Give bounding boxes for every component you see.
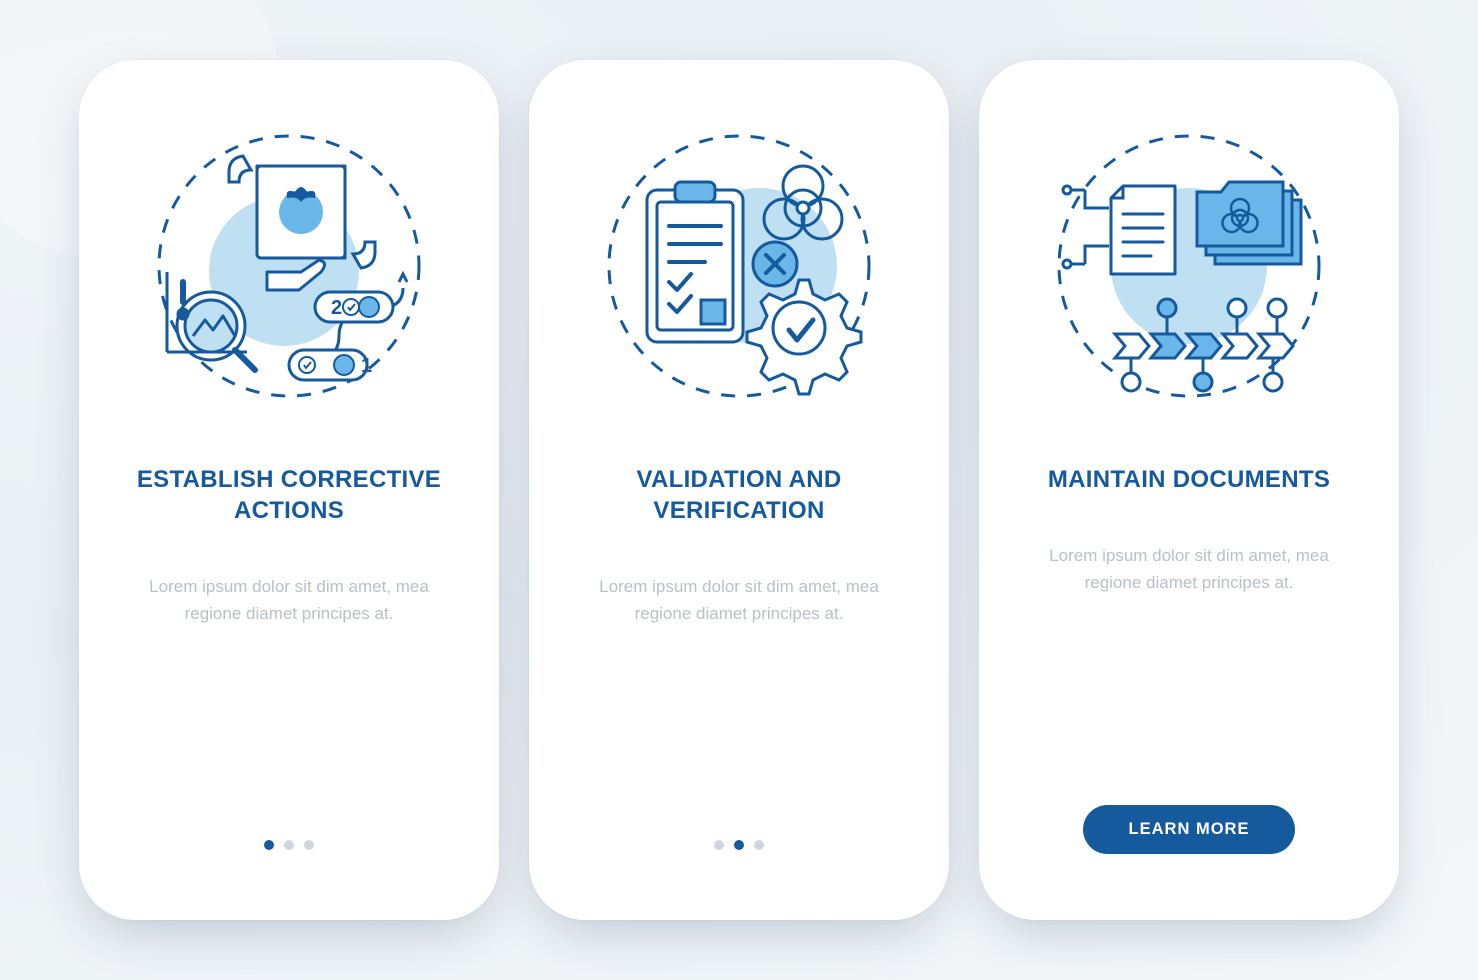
page-indicator xyxy=(264,840,314,850)
onboarding-screen-1: 1 2 ESTABLISH CORRECTIVE ACTIONS Lorem i… xyxy=(79,60,499,920)
screen-description: Lorem ipsum dolor sit dim amet, mea regi… xyxy=(1039,543,1339,596)
maintain-documents-icon xyxy=(1039,116,1339,416)
corrective-actions-icon: 1 2 xyxy=(139,116,439,416)
onboarding-screen-2: VALIDATION AND VERIFICATION Lorem ipsum … xyxy=(529,60,949,920)
screen-description: Lorem ipsum dolor sit dim amet, mea regi… xyxy=(139,574,439,627)
svg-text:1: 1 xyxy=(361,355,372,377)
dot-2[interactable] xyxy=(734,840,744,850)
dot-1[interactable] xyxy=(714,840,724,850)
dot-3[interactable] xyxy=(304,840,314,850)
screen-title: VALIDATION AND VERIFICATION xyxy=(579,464,899,526)
page-indicator xyxy=(714,840,764,850)
validation-verification-icon xyxy=(589,116,889,416)
screen-title: MAINTAIN DOCUMENTS xyxy=(1048,464,1330,495)
onboarding-screen-3: MAINTAIN DOCUMENTS Lorem ipsum dolor sit… xyxy=(979,60,1399,920)
screen-title: ESTABLISH CORRECTIVE ACTIONS xyxy=(129,464,449,526)
svg-text:2: 2 xyxy=(331,297,342,319)
screen-description: Lorem ipsum dolor sit dim amet, mea regi… xyxy=(589,574,889,627)
dot-2[interactable] xyxy=(284,840,294,850)
learn-more-button[interactable]: LEARN MORE xyxy=(1083,805,1296,854)
dot-1[interactable] xyxy=(264,840,274,850)
dot-3[interactable] xyxy=(754,840,764,850)
onboarding-screens: 1 2 ESTABLISH CORRECTIVE ACTIONS Lorem i… xyxy=(79,60,1399,920)
